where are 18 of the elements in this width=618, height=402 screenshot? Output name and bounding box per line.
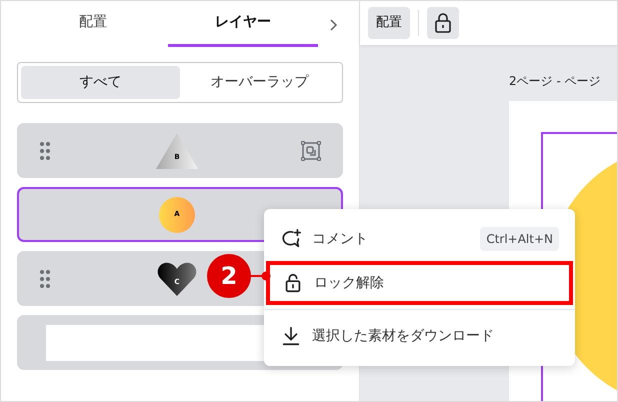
chevron-right-icon[interactable] — [330, 19, 338, 31]
heart-thumbnail — [157, 260, 197, 296]
panel-tab[interactable]: レイヤー — [168, 1, 318, 47]
triangle-thumbnail — [156, 132, 198, 168]
page-title: 2ページ - ページ — [509, 74, 602, 88]
filter-option[interactable]: すべて — [21, 66, 180, 99]
drag-handle-icon[interactable] — [39, 140, 51, 160]
lock-icon — [433, 12, 453, 34]
arrange-button[interactable]: 配置 — [368, 7, 410, 39]
download-icon — [280, 325, 302, 347]
shortcut-label: Ctrl+Alt+N — [480, 227, 559, 251]
frame-icon[interactable] — [301, 140, 321, 160]
comment-add-icon — [280, 228, 302, 250]
filter-option[interactable]: オーバーラップ — [180, 66, 339, 99]
panel-tab[interactable]: 配置 — [18, 1, 168, 47]
drag-handle-icon[interactable] — [39, 268, 51, 288]
menu-item[interactable]: 選択した素材をダウンロード — [264, 314, 575, 358]
lock-button[interactable] — [427, 7, 459, 39]
